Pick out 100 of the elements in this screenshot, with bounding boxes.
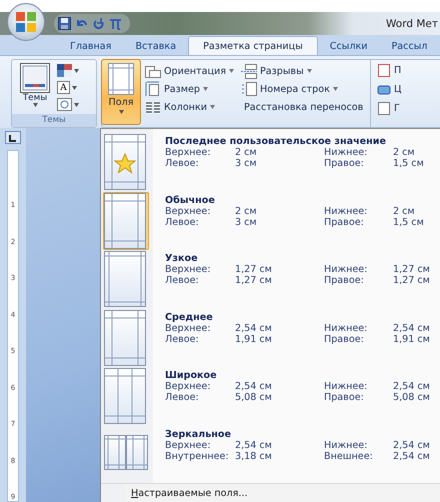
ribbon-command[interactable]: Разрывы (241, 62, 366, 80)
caret-icon (203, 87, 208, 91)
margin-value: 2,54 см (235, 322, 273, 334)
margin-value: 2 см (393, 147, 416, 158)
margin-label: Левое: (165, 392, 200, 403)
margin-label: Нижнее: (324, 206, 368, 216)
caret-icon (332, 87, 338, 91)
group-label: Темы (12, 114, 96, 127)
margin-label: Нижнее: (324, 264, 368, 275)
page-margins-icon (104, 251, 148, 307)
page-icon (377, 62, 391, 78)
redo-icon[interactable] (92, 17, 105, 30)
line-numbers-icon (241, 81, 257, 97)
margin-value: 3,18 см (235, 450, 273, 462)
ribbon-tab[interactable]: Рассыл (380, 36, 440, 55)
preset-title[interactable]: Широкое (165, 370, 430, 381)
margin-label: Левое: (165, 158, 200, 169)
theme-fonts-button[interactable]: A (57, 81, 70, 94)
margin-value: 2,54 см (393, 381, 430, 392)
ribbon-tab[interactable]: Главная (58, 36, 124, 55)
margin-value: 1,27 см (235, 275, 273, 286)
margin-preset-button[interactable] (103, 133, 149, 191)
ribbon-command[interactable]: Размер (145, 80, 241, 98)
margin-value: 2,54 см (235, 381, 273, 392)
caret-icon (118, 110, 124, 114)
preset-title[interactable]: Обычное (165, 194, 424, 206)
margin-preset-button[interactable] (103, 308, 149, 366)
page-margins-icon (104, 310, 148, 366)
page-icon (377, 100, 391, 116)
page-orientation-icon (145, 63, 161, 79)
margin-value: 1,91 см (393, 334, 430, 344)
margin-label: Правое: (324, 334, 365, 344)
page-margins-icon (104, 368, 148, 424)
equation-icon[interactable] (109, 17, 122, 30)
margin-preset-button[interactable] (103, 250, 149, 308)
ribbon-command[interactable]: Колонки (145, 98, 241, 116)
margin-value: 2 см (235, 147, 258, 158)
window-title: Word Мет (386, 18, 438, 30)
margin-value: 2,54 см (393, 322, 430, 334)
caret-icon (74, 68, 79, 72)
margin-label: Внутреннее: (165, 450, 230, 462)
custom-margins-item[interactable]: Настраиваемые поля... (131, 488, 248, 499)
margin-label: Правое: (324, 158, 365, 169)
margin-preset-button[interactable] (103, 367, 149, 425)
themes-button[interactable]: Темы (17, 63, 53, 114)
margin-value: 2,54 см (235, 440, 273, 450)
themes-icon (20, 63, 50, 93)
caret-icon (210, 105, 215, 109)
page-margins-icon (108, 63, 134, 95)
caret-icon (306, 69, 312, 73)
margin-label: Правое: (324, 216, 365, 228)
ribbon-command[interactable]: Расстановка переносов (241, 98, 366, 116)
preset-title[interactable]: Среднее (165, 312, 430, 322)
ribbon-command[interactable]: Ориентация (145, 62, 241, 80)
margin-label: Нижнее: (324, 147, 368, 158)
ribbon-command[interactable]: П (377, 62, 402, 78)
margin-label: Нижнее: (324, 381, 368, 392)
margin-label: Левое: (165, 334, 200, 344)
preset-title[interactable]: Зеркальное (165, 428, 430, 440)
margin-label: Верхнее: (165, 381, 212, 392)
page-size-icon (145, 81, 161, 97)
save-icon[interactable] (58, 17, 71, 30)
page-breaks-icon (241, 63, 257, 79)
margin-value: 1,91 см (235, 334, 273, 344)
ribbon-command[interactable]: Г (377, 100, 402, 116)
ribbon-tab[interactable]: Вставка (123, 36, 188, 55)
margin-value: 1,5 см (393, 158, 424, 169)
margin-label: Верхнее: (165, 322, 212, 334)
ribbon-tab[interactable]: Ссылки (318, 36, 380, 55)
margin-value: 1,27 см (393, 264, 430, 275)
margin-label: Нижнее: (324, 440, 368, 450)
tab-stop-icon (9, 134, 17, 142)
margin-value: 3 см (235, 216, 258, 228)
preset-title[interactable]: Последнее пользовательское значение (165, 136, 424, 147)
margin-label: Правое: (324, 275, 365, 286)
color-swatch-icon (57, 64, 72, 77)
margin-value: 5,08 см (393, 392, 430, 403)
caret-icon (74, 102, 79, 106)
margin-value: 1,5 см (393, 216, 424, 228)
margin-label: Верхнее: (165, 264, 212, 275)
margin-value: 2,54 см (393, 450, 430, 462)
caret-icon (32, 103, 38, 107)
caret-icon (72, 86, 77, 90)
margins-button[interactable]: Поля (101, 59, 141, 125)
page-margins-icon (104, 192, 148, 248)
office-logo-icon (15, 11, 37, 33)
margin-label: Внешнее: (324, 450, 374, 462)
preset-title[interactable]: Узкое (165, 253, 430, 264)
ribbon-command[interactable]: Ц (377, 81, 402, 97)
margin-label: Верхнее: (165, 147, 212, 158)
tab-stop-button[interactable] (5, 131, 21, 144)
margin-label: Правое: (324, 392, 365, 403)
ribbon-command[interactable]: Номера строк (241, 80, 366, 98)
margin-value: 2,54 см (393, 440, 430, 450)
margin-preset-button[interactable] (103, 192, 149, 250)
margin-label: Левое: (165, 216, 200, 228)
margin-value: 1,27 см (393, 275, 430, 286)
ribbon-tab[interactable]: Разметка страницы (188, 36, 318, 55)
margin-label: Верхнее: (165, 440, 212, 450)
margin-value: 3 см (235, 158, 258, 169)
